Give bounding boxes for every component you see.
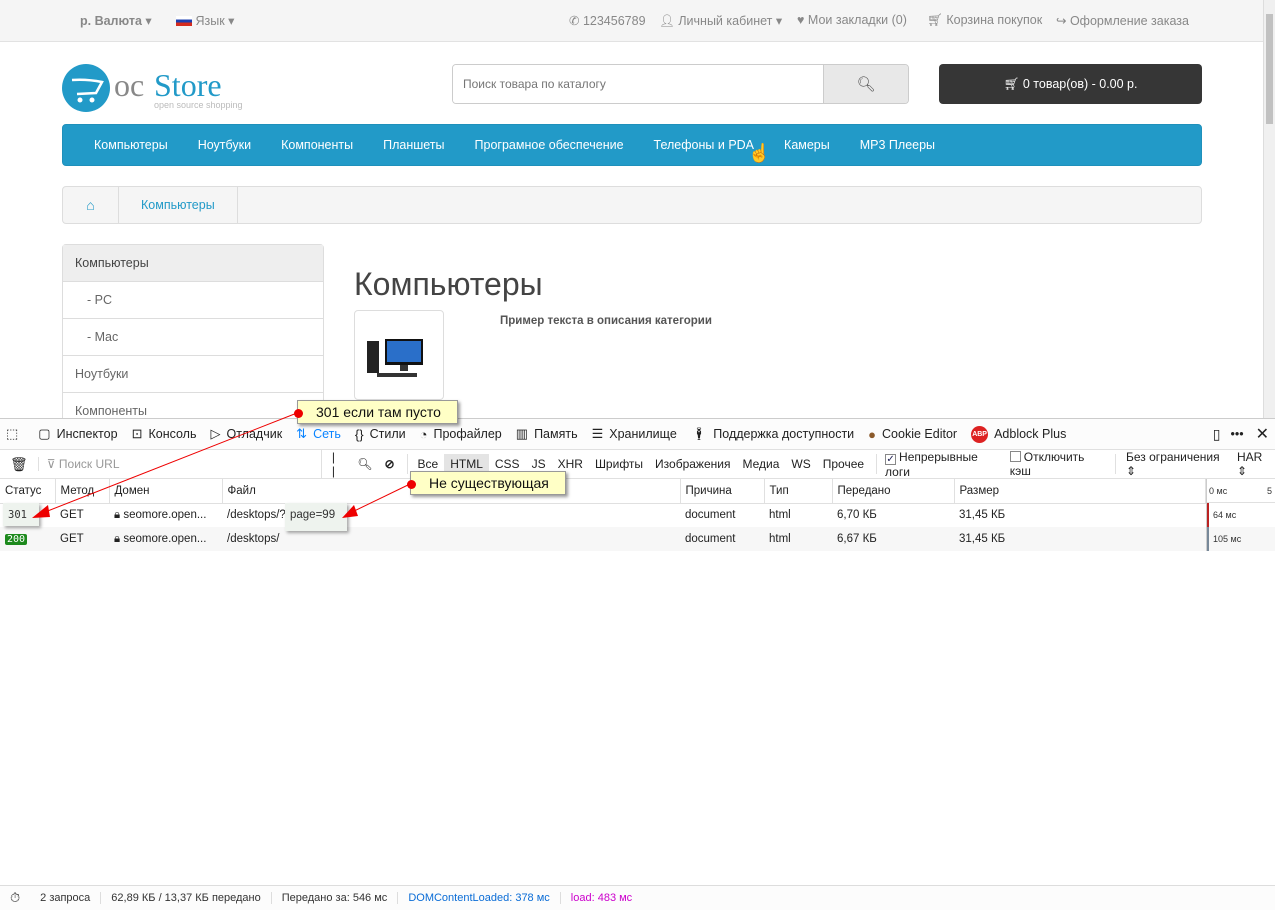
- annotation-note: Не существующая: [407, 471, 566, 495]
- hand-cursor-icon: ☝: [748, 143, 771, 163]
- annotation-note: 301 если там пусто: [294, 400, 458, 424]
- annotation-arrows: [32, 412, 411, 518]
